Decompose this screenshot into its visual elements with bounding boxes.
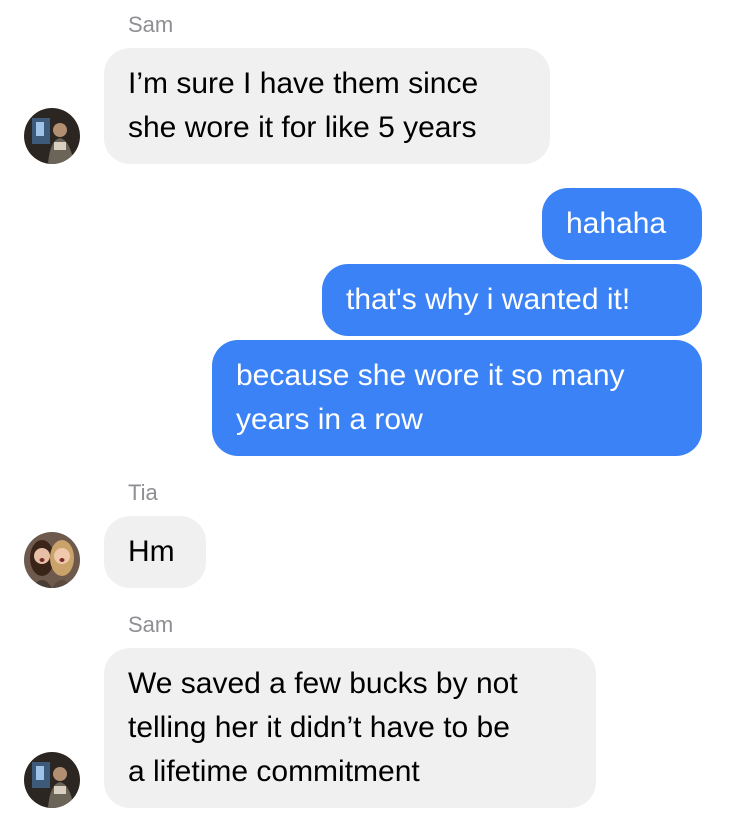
sender-name: Sam — [128, 12, 174, 37]
avatar[interactable] — [24, 108, 80, 164]
message-line: that's why i wanted it! — [346, 283, 631, 316]
message-bubble-outgoing[interactable]: that's why i wanted it! — [322, 264, 702, 336]
avatar[interactable] — [24, 752, 80, 808]
message-line: We saved a few bucks by not — [128, 667, 518, 700]
sender-name: Sam — [128, 612, 174, 637]
message-line: years in a row — [236, 403, 423, 436]
message-line: telling her it didn’t have to be — [128, 711, 510, 744]
message-bubble-incoming[interactable]: Hm — [104, 516, 206, 588]
message-bubble-incoming[interactable]: I’m sure I have them since she wore it f… — [104, 48, 550, 164]
message-line: because she wore it so many — [236, 359, 625, 392]
avatar-tia-image — [24, 532, 80, 588]
avatar[interactable] — [24, 532, 80, 588]
message-bubble-incoming[interactable]: We saved a few bucks by not telling her … — [104, 648, 596, 808]
message-bubble-outgoing[interactable]: hahaha — [542, 188, 702, 260]
avatar-sam-image — [24, 108, 80, 164]
sender-name: Tia — [128, 480, 158, 505]
avatar-sam-image — [24, 752, 80, 808]
message-line: she wore it for like 5 years — [128, 111, 477, 144]
message-line: a lifetime commitment — [128, 755, 420, 788]
message-line: I’m sure I have them since — [128, 67, 479, 100]
message-bubble-outgoing[interactable]: because she wore it so many years in a r… — [212, 340, 702, 456]
message-line: Hm — [128, 535, 175, 568]
message-line: hahaha — [566, 207, 667, 240]
